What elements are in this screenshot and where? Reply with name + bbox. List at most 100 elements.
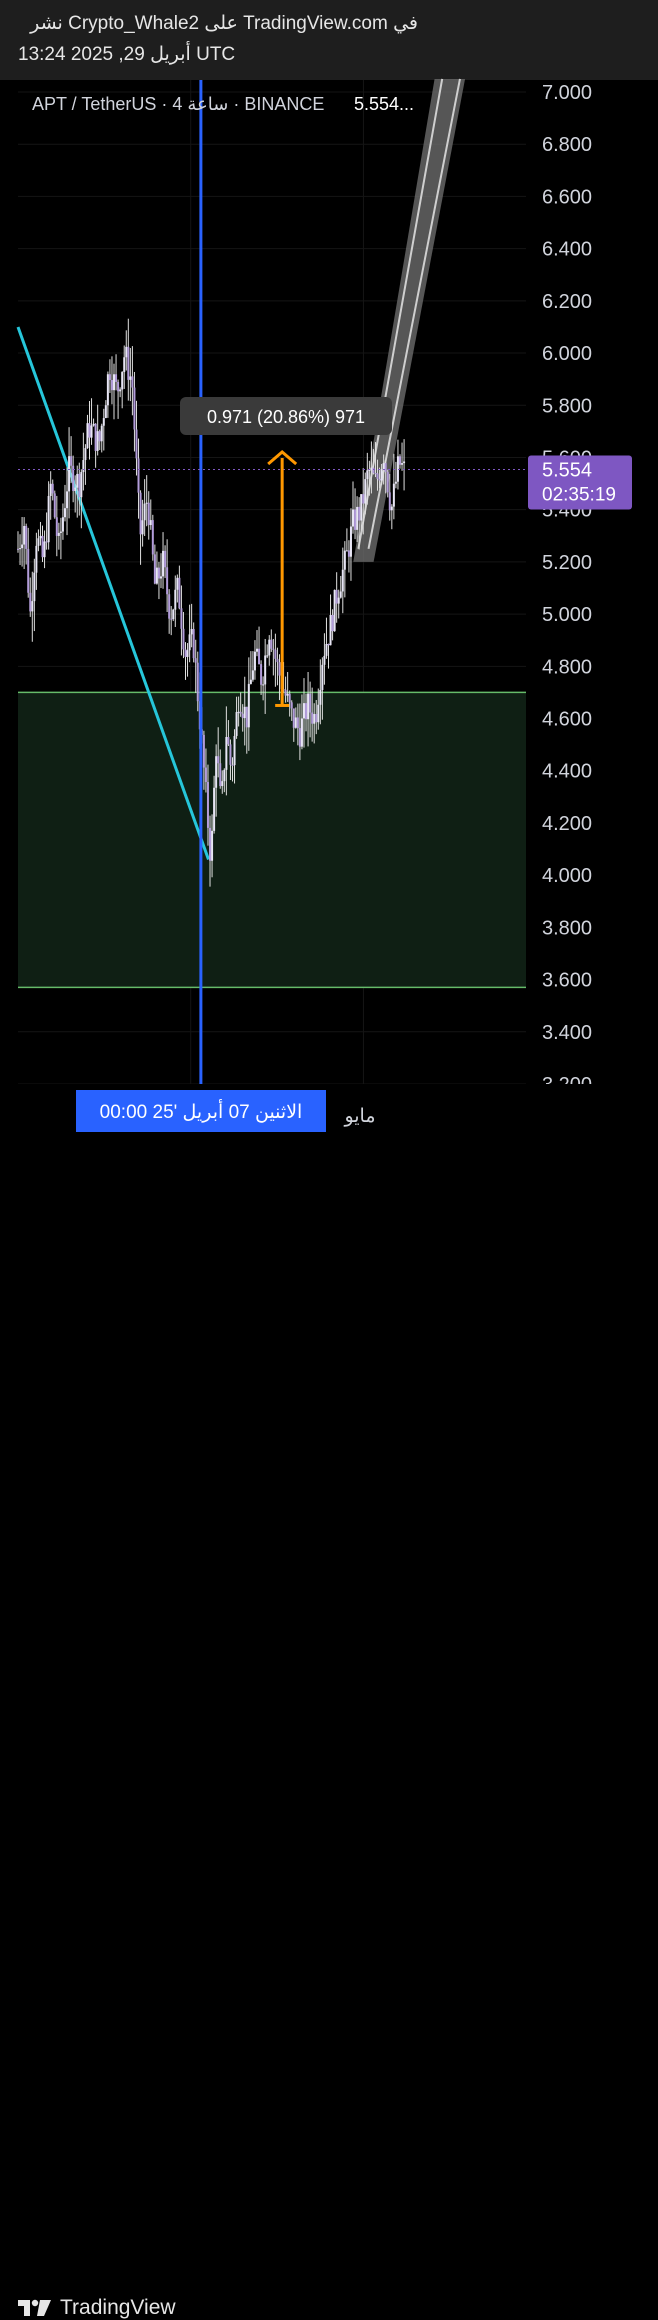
candle-body (362, 494, 365, 504)
published-by-text: في TradingView.com على Crypto_Whale2 نشر (30, 13, 418, 34)
price-tick-label: 6.800 (542, 134, 592, 156)
candle-body (394, 481, 397, 484)
candle-body (19, 548, 22, 550)
channel-band (353, 78, 466, 562)
price-tick-label: 4.800 (542, 656, 592, 678)
publish-header: في TradingView.com على Crypto_Whale2 نشر… (0, 0, 658, 80)
candle-body (162, 550, 165, 577)
candle-body (401, 463, 404, 465)
candle-body (288, 693, 291, 703)
candle-body (153, 554, 156, 584)
price-tick-label: 6.000 (542, 343, 592, 365)
time-axis[interactable]: الاثنين 07 أبريل '25 00:00 مايو (18, 1084, 638, 1132)
candle-body (370, 467, 373, 471)
brand-name: TradingView (60, 2296, 176, 2319)
candle-body (70, 456, 73, 466)
candle-body (137, 458, 140, 493)
candle-body (251, 670, 254, 680)
candle-body (110, 380, 113, 391)
candle-body (333, 589, 336, 632)
candle-body (74, 487, 77, 492)
candle-body (17, 548, 19, 550)
candle-body (354, 509, 357, 530)
candle-body (94, 423, 97, 451)
candle-body (172, 609, 175, 620)
candle-body (204, 767, 207, 783)
candle-body (41, 535, 44, 558)
candle-body (221, 781, 224, 787)
candle-body (233, 735, 236, 766)
candle-body (247, 683, 250, 728)
candle-body (100, 425, 103, 442)
price-tick-label: 5.800 (542, 395, 592, 417)
candle-body (80, 472, 83, 498)
candle-body (239, 711, 242, 714)
candle-body (366, 470, 369, 480)
candle-body (300, 718, 303, 747)
price-tick-label: 4.400 (542, 761, 592, 783)
candle-body (155, 567, 158, 584)
candle-body (264, 655, 267, 685)
candle-body (245, 706, 248, 728)
price-tick-label: 5.000 (542, 604, 592, 626)
candle-body (82, 460, 85, 473)
price-tick-label: 6.600 (542, 186, 592, 208)
candle-body (309, 693, 312, 713)
candle-body (68, 456, 71, 492)
candle-body (66, 491, 69, 509)
candle-body (90, 425, 93, 438)
candle-body (294, 717, 297, 728)
candle-body (341, 569, 344, 592)
candle-body (184, 649, 187, 657)
candle-body (286, 693, 289, 696)
candle-body (96, 431, 99, 451)
candle-body (337, 597, 340, 604)
candle-body (374, 473, 377, 475)
price-tick-label: 3.600 (542, 970, 592, 992)
projection-channel[interactable] (353, 78, 466, 562)
candle-body (135, 429, 138, 459)
candle-body (123, 357, 126, 373)
candle-body (380, 469, 383, 481)
candle-body (249, 679, 252, 684)
candle-body (305, 703, 308, 720)
candle-body (164, 550, 167, 568)
candle-body (182, 628, 185, 650)
candle-body (253, 651, 256, 671)
candle-body (398, 456, 401, 465)
candle-body (59, 531, 62, 533)
candle-body (209, 827, 212, 861)
candle-body (115, 374, 118, 382)
crosshair-time-label: الاثنين 07 أبريل '25 00:00 (100, 1099, 303, 1123)
price-chart[interactable]: 0.971 (20.86%) 971 7.000 6.800 6.600 6.400 6… (16, 78, 638, 1132)
candle-body (229, 744, 232, 765)
candle-body (113, 374, 116, 391)
candle-body (378, 478, 381, 481)
candle-body (319, 689, 322, 705)
candle-body (129, 376, 132, 380)
tradingview-brand[interactable]: TradingView (18, 2296, 176, 2320)
candle-body (241, 713, 244, 719)
candle-body (272, 648, 275, 650)
candle-body (108, 374, 111, 381)
candle-body (192, 629, 195, 659)
candle-body (186, 650, 189, 657)
candle-body (262, 684, 265, 686)
candle-body (403, 461, 406, 464)
tradingview-logo-icon (18, 2299, 51, 2316)
candle-body (157, 567, 160, 579)
candle-body (215, 756, 218, 788)
candle-body (78, 473, 81, 498)
candle-body (219, 763, 222, 787)
price-axis[interactable]: 7.0006.8006.6006.4006.2006.0005.8005.600… (528, 82, 632, 1096)
candle-body (133, 387, 136, 430)
candle-body (331, 614, 334, 632)
candle-body (278, 662, 281, 676)
candle-body (35, 545, 38, 573)
time-tick-label: مايو (343, 1106, 375, 1127)
candle-body (384, 463, 387, 472)
chart-area[interactable]: 0.971 (20.86%) 971 7.000 6.800 6.600 6.400 6… (16, 78, 638, 1132)
candle-body (131, 376, 134, 388)
candle-body (382, 463, 385, 470)
candle-body (298, 728, 301, 747)
